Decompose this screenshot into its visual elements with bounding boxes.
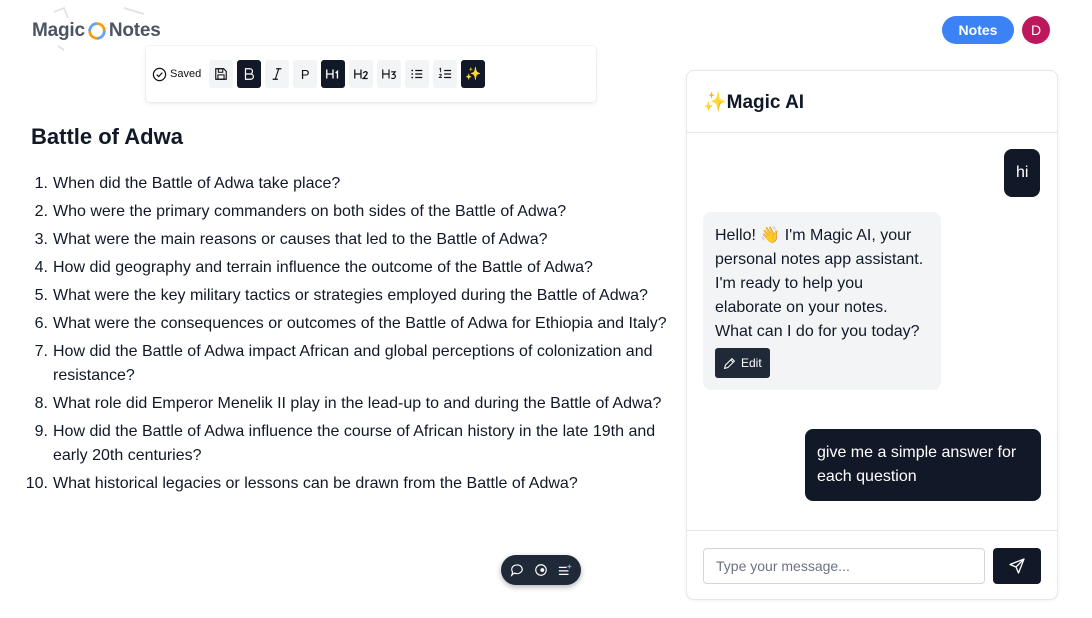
heading-2-icon xyxy=(354,69,369,80)
heading-2-button[interactable] xyxy=(349,60,374,88)
list-item[interactable]: 9. How did the Battle of Adwa influence t… xyxy=(24,420,674,468)
list-text: How did the Battle of Adwa impact Africa… xyxy=(53,343,653,384)
heading-1-icon xyxy=(326,69,339,79)
heading-3-icon xyxy=(382,69,397,80)
sparkle-list-icon[interactable] xyxy=(558,563,572,577)
edit-button[interactable]: Edit xyxy=(715,348,770,378)
list-number: 7. xyxy=(34,343,48,360)
heading-3-button[interactable] xyxy=(377,60,402,88)
paragraph-button[interactable]: P xyxy=(293,60,318,88)
save-status: Saved xyxy=(152,67,201,82)
italic-icon xyxy=(272,68,282,80)
pencil-icon xyxy=(723,357,736,369)
user-message: give me a simple answer for each questio… xyxy=(805,429,1041,501)
logo-text-right: Notes xyxy=(108,20,161,41)
chat-composer xyxy=(687,530,1057,600)
bold-icon xyxy=(245,68,255,80)
list-item[interactable]: 4. How did geography and terrain influenc… xyxy=(24,256,674,280)
save-button[interactable] xyxy=(209,60,234,88)
message-input[interactable] xyxy=(703,548,985,584)
list-text: What were the consequences or outcomes o… xyxy=(53,315,667,332)
list-item[interactable]: 8. What role did Emperor Menelik II play … xyxy=(24,392,674,416)
bullet-list-icon xyxy=(411,69,423,79)
bullet-list-button[interactable] xyxy=(405,60,430,88)
list-text: What historical legacies or lessons can … xyxy=(53,475,578,492)
list-number: 2. xyxy=(34,203,48,220)
user-avatar[interactable]: D xyxy=(1022,16,1050,44)
ai-message-text: Hello! 👋 I'm Magic AI, your personal not… xyxy=(715,227,924,340)
list-number: 5. xyxy=(34,287,48,304)
editor-toolbar: Saved P ✨ xyxy=(146,46,596,102)
ai-message: Hello! 👋 I'm Magic AI, your personal not… xyxy=(703,212,941,390)
saved-label: Saved xyxy=(170,68,202,80)
sparkles-icon: ✨ xyxy=(465,66,482,81)
list-number: 10. xyxy=(25,475,48,492)
list-text: When did the Battle of Adwa take place? xyxy=(53,175,341,192)
list-text: What were the main reasons or causes tha… xyxy=(53,231,548,248)
list-text: How did geography and terrain influence … xyxy=(53,259,593,276)
send-button[interactable] xyxy=(993,548,1041,584)
list-item[interactable]: 2. Who were the primary commanders on bot… xyxy=(24,200,674,224)
magic-ai-button[interactable]: ✨ xyxy=(461,60,486,88)
check-circle-icon xyxy=(152,67,167,81)
list-item[interactable]: 1. When did the Battle of Adwa take place… xyxy=(24,172,674,196)
floating-toolbar xyxy=(501,555,581,585)
heading-1-button[interactable] xyxy=(321,60,346,88)
list-text: How did the Battle of Adwa influence the… xyxy=(53,423,656,464)
list-number: 9. xyxy=(34,423,48,440)
app-logo[interactable]: Magic Notes xyxy=(32,17,161,45)
edit-label: Edit xyxy=(741,356,762,370)
list-item[interactable]: 3. What were the main reasons or causes t… xyxy=(24,228,674,252)
numbered-list-icon xyxy=(438,67,452,79)
floppy-disk-icon xyxy=(215,68,228,80)
user-message: hi xyxy=(1004,149,1041,197)
list-item[interactable]: 7. How did the Battle of Adwa impact Afri… xyxy=(24,340,674,388)
list-item[interactable]: 5. What were the key military tactics or … xyxy=(24,284,674,308)
list-item[interactable]: 6. What were the consequences or outcomes… xyxy=(24,312,674,336)
list-text: What were the key military tactics or st… xyxy=(53,287,648,304)
toggle-icon[interactable] xyxy=(534,563,548,577)
list-item[interactable]: 10. What historical legacies or lessons c… xyxy=(24,472,674,496)
list-number: 6. xyxy=(34,315,48,332)
question-list[interactable]: 1. When did the Battle of Adwa take place… xyxy=(24,172,674,500)
send-icon xyxy=(1009,558,1025,574)
logo-text-left: Magic xyxy=(32,20,85,41)
panel-title: ✨Magic AI xyxy=(687,71,1057,133)
list-number: 1. xyxy=(34,175,48,192)
chat-bubble-icon[interactable] xyxy=(510,563,524,577)
list-number: 4. xyxy=(34,259,48,276)
list-text: What role did Emperor Menelik II play in… xyxy=(53,395,662,412)
list-text: Who were the primary commanders on both … xyxy=(53,203,567,220)
list-number: 3. xyxy=(34,231,48,248)
magic-ai-panel: ✨Magic AI hi Hello! 👋 I'm Magic AI, your… xyxy=(686,70,1058,600)
document-title[interactable]: Battle of Adwa xyxy=(31,124,183,150)
numbered-list-button[interactable] xyxy=(433,60,458,88)
italic-button[interactable] xyxy=(265,60,290,88)
logo-knot-icon xyxy=(88,22,106,40)
bold-button[interactable] xyxy=(237,60,262,88)
notes-button[interactable]: Notes xyxy=(942,16,1014,44)
list-number: 8. xyxy=(34,395,48,412)
paragraph-label: P xyxy=(300,66,310,82)
